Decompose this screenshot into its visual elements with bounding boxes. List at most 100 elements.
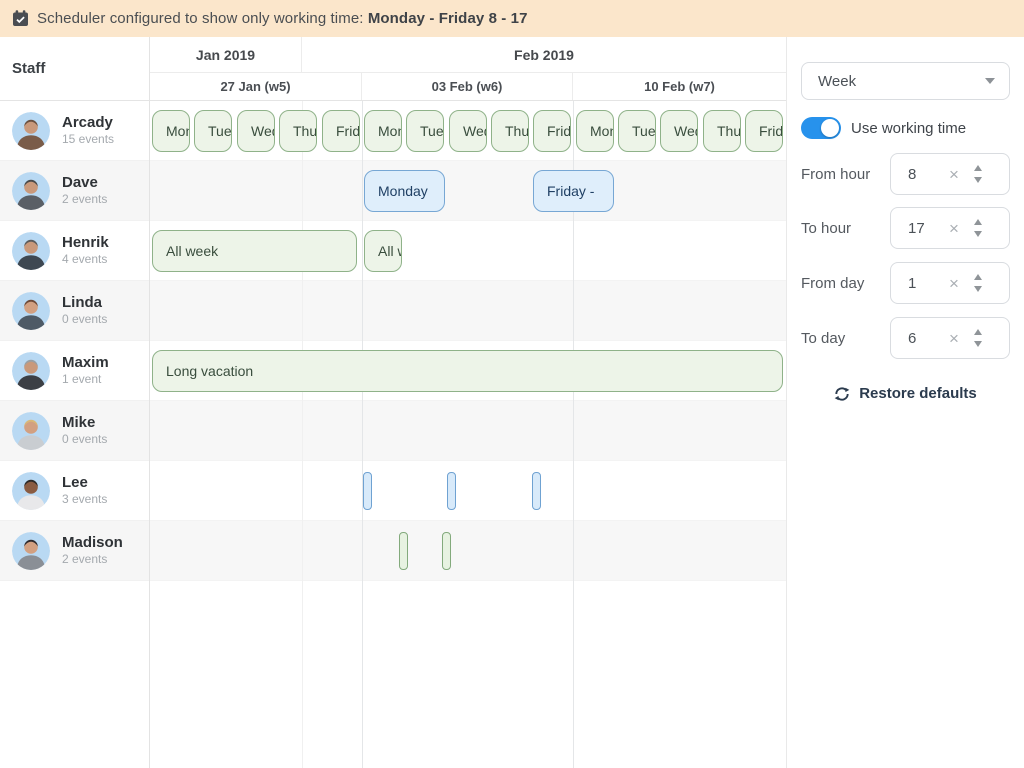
event[interactable]: Thursday xyxy=(703,110,741,152)
staff-name: Henrik xyxy=(62,234,109,253)
to-hour-spin-down[interactable] xyxy=(974,231,982,237)
avatar xyxy=(12,352,50,390)
to-day-spin-up[interactable] xyxy=(974,329,982,335)
staff-event-count: 0 events xyxy=(62,312,107,327)
staff-name: Linda xyxy=(62,294,107,313)
event[interactable] xyxy=(532,472,541,510)
event[interactable]: Tuesday xyxy=(194,110,232,152)
to-day-spin-down[interactable] xyxy=(974,341,982,347)
event[interactable]: Wednesday xyxy=(237,110,275,152)
event[interactable] xyxy=(399,532,408,570)
restore-defaults-button[interactable]: Restore defaults xyxy=(801,385,1010,402)
to-day-clear-button[interactable]: × xyxy=(943,330,965,347)
info-banner: Scheduler configured to show only workin… xyxy=(0,0,1024,37)
event[interactable]: Monday xyxy=(152,110,190,152)
event[interactable]: Monday xyxy=(364,110,402,152)
from-day-input[interactable] xyxy=(891,275,943,292)
schedule-row xyxy=(150,281,786,341)
event[interactable] xyxy=(447,472,456,510)
refresh-icon xyxy=(834,386,850,402)
event[interactable] xyxy=(442,532,451,570)
avatar xyxy=(12,532,50,570)
banner-text: Scheduler configured to show only workin… xyxy=(37,10,528,27)
staff-row[interactable]: Dave2 events xyxy=(0,161,149,221)
avatar xyxy=(12,292,50,330)
staff-cell-text: Dave2 events xyxy=(62,174,107,208)
to-day-input[interactable] xyxy=(891,330,943,347)
event[interactable]: Friday - xyxy=(533,170,614,212)
staff-row[interactable]: Mike0 events xyxy=(0,401,149,461)
staff-row[interactable]: Henrik4 events xyxy=(0,221,149,281)
staff-row[interactable]: Maxim1 event xyxy=(0,341,149,401)
to-day-spinner xyxy=(965,329,991,347)
staff-row[interactable]: Lee3 events xyxy=(0,461,149,521)
from-day-spinner xyxy=(965,274,991,292)
avatar xyxy=(12,112,50,150)
from-hour-row: From hour × xyxy=(801,153,1010,195)
staff-name: Lee xyxy=(62,474,107,493)
event[interactable]: Friday xyxy=(745,110,783,152)
from-day-clear-button[interactable]: × xyxy=(943,275,965,292)
from-hour-label: From hour xyxy=(801,166,890,183)
to-day-field: × xyxy=(890,317,1010,359)
from-day-row: From day× xyxy=(801,262,1010,304)
staff-cell-text: Arcady15 events xyxy=(62,114,114,148)
from-day-field: × xyxy=(890,262,1010,304)
view-preset-select[interactable]: Week xyxy=(801,62,1010,100)
staff-row[interactable]: Arcady15 events xyxy=(0,101,149,161)
month-header-cell: Feb 2019 xyxy=(302,37,786,72)
event[interactable]: Thursday xyxy=(491,110,529,152)
event[interactable]: Friday xyxy=(322,110,360,152)
staff-name: Maxim xyxy=(62,354,109,373)
from-hour-input[interactable] xyxy=(891,166,943,183)
event[interactable]: All week xyxy=(364,230,402,272)
staff-event-count: 15 events xyxy=(62,132,114,147)
staff-event-count: 2 events xyxy=(62,192,107,207)
from-hour-spin-up[interactable] xyxy=(974,165,982,171)
staff-column-header: Staff xyxy=(0,37,150,100)
from-hour-clear-button[interactable]: × xyxy=(943,166,965,183)
week-header-cell: 27 Jan (w5) xyxy=(150,73,362,100)
event[interactable]: Tuesday xyxy=(406,110,444,152)
from-hour-field: × xyxy=(890,153,1010,195)
from-hour-spin-down[interactable] xyxy=(974,177,982,183)
staff-row[interactable]: Madison2 events xyxy=(0,521,149,581)
grid-line xyxy=(362,101,363,768)
to-hour-field: × xyxy=(890,207,1010,249)
event[interactable]: Long vacation xyxy=(152,350,783,392)
event[interactable]: Tuesday xyxy=(618,110,656,152)
staff-cell-text: Mike0 events xyxy=(62,414,107,448)
grid-line xyxy=(302,101,303,768)
event[interactable]: All week xyxy=(152,230,357,272)
event[interactable]: Monday xyxy=(576,110,614,152)
week-header-row: 27 Jan (w5)03 Feb (w6)10 Feb (w7) xyxy=(150,73,786,100)
staff-cell-text: Madison2 events xyxy=(62,534,123,568)
avatar xyxy=(12,472,50,510)
event[interactable]: Thursday xyxy=(279,110,317,152)
staff-row[interactable]: Linda0 events xyxy=(0,281,149,341)
event[interactable] xyxy=(363,472,372,510)
event[interactable]: Wednesday xyxy=(449,110,487,152)
to-hour-clear-button[interactable]: × xyxy=(943,220,965,237)
to-hour-input[interactable] xyxy=(891,220,943,237)
event[interactable]: Wednesday xyxy=(660,110,698,152)
staff-name: Mike xyxy=(62,414,107,433)
toggle-knob xyxy=(821,119,839,137)
restore-defaults-label: Restore defaults xyxy=(859,385,977,402)
timeline-header: Staff Jan 2019Feb 2019 27 Jan (w5)03 Feb… xyxy=(0,37,786,101)
avatar xyxy=(12,232,50,270)
to-hour-spin-up[interactable] xyxy=(974,219,982,225)
view-preset-value: Week xyxy=(818,73,985,90)
from-day-spin-up[interactable] xyxy=(974,274,982,280)
from-hour-spinner xyxy=(965,165,991,183)
staff-event-count: 4 events xyxy=(62,252,109,267)
from-day-spin-down[interactable] xyxy=(974,286,982,292)
staff-name: Arcady xyxy=(62,114,114,133)
calendar-check-icon xyxy=(12,10,29,27)
schedule-canvas: MondayTuesdayWednesdayThursdayFridayMond… xyxy=(150,101,786,768)
schedule-row xyxy=(150,461,786,521)
use-working-time-toggle[interactable] xyxy=(801,117,841,139)
avatar xyxy=(12,412,50,450)
event[interactable]: Monday xyxy=(364,170,445,212)
event[interactable]: Friday xyxy=(533,110,571,152)
